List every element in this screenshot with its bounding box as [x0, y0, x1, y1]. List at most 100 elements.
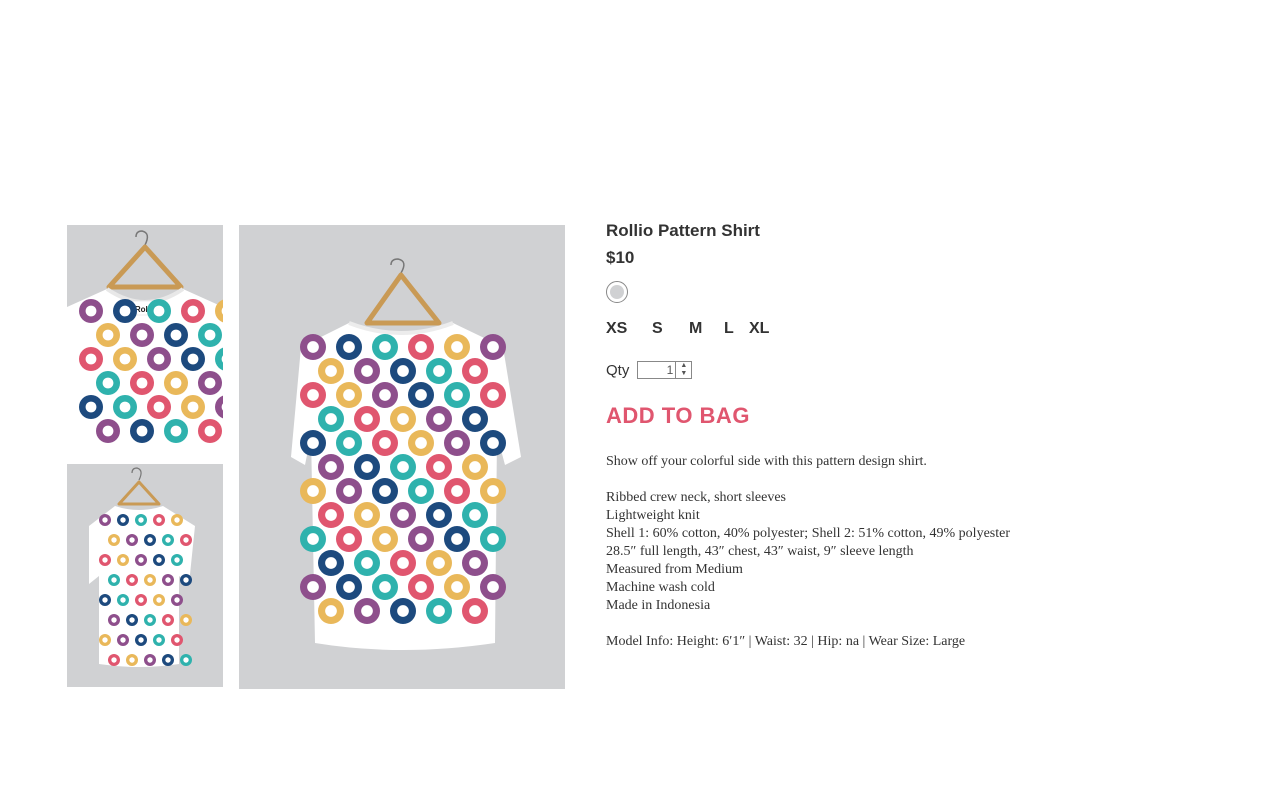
pattern-dot-hole [307, 437, 319, 449]
pattern-dot-hole [85, 353, 97, 365]
pattern-dot-hole [469, 557, 481, 569]
thumbnail-back-view[interactable] [67, 464, 223, 687]
pattern-dot-hole [397, 365, 409, 377]
pattern-dot-hole [433, 365, 445, 377]
size-option-m[interactable]: M [689, 319, 724, 339]
pattern-dot-hole [170, 329, 182, 341]
pattern-dot-hole [165, 617, 171, 623]
pattern-dot-hole [119, 353, 131, 365]
size-option-xs[interactable]: XS [606, 319, 652, 339]
pattern-dot-hole [451, 485, 463, 497]
size-option-l[interactable]: L [724, 319, 749, 339]
pattern-dot-hole [85, 305, 97, 317]
pattern-dot-hole [361, 413, 373, 425]
pattern-dot-hole [325, 365, 337, 377]
pattern-dot-hole [138, 597, 144, 603]
pattern-dot-hole [343, 389, 355, 401]
pattern-dot-hole [415, 485, 427, 497]
pattern-dot-hole [204, 329, 216, 341]
size-option-xl[interactable]: XL [749, 319, 769, 339]
quantity-input[interactable] [638, 362, 676, 378]
shirt-back-image [67, 464, 223, 687]
pattern-dot-hole [120, 597, 126, 603]
pattern-dot-hole [183, 617, 189, 623]
quantity-label: Qty [606, 361, 630, 379]
pattern-dot-hole [136, 377, 148, 389]
pattern-dot-hole [397, 509, 409, 521]
pattern-dot-hole [102, 557, 108, 563]
pattern-dot-hole [204, 377, 216, 389]
pattern-dot-hole [111, 577, 117, 583]
pattern-dot-hole [379, 389, 391, 401]
pattern-dot-hole [343, 341, 355, 353]
pattern-dot-hole [397, 413, 409, 425]
pattern-dot-hole [451, 341, 463, 353]
pattern-dot-hole [343, 485, 355, 497]
pattern-dot-hole [487, 581, 499, 593]
detail-line: Lightweight knit [606, 508, 700, 523]
color-swatch-grey[interactable] [606, 281, 628, 303]
pattern-dot-hole [165, 657, 171, 663]
pattern-dot-hole [361, 557, 373, 569]
pattern-dot-hole [415, 581, 427, 593]
quantity-up-icon[interactable]: ▲ [676, 362, 691, 370]
pattern-dot-hole [147, 657, 153, 663]
pattern-dot-hole [102, 637, 108, 643]
shirt-closeup-image: Rollio [67, 225, 223, 448]
pattern-dot-hole [307, 485, 319, 497]
pattern-dot-hole [469, 509, 481, 521]
pattern-dot-hole [129, 657, 135, 663]
pattern-dot-hole [307, 581, 319, 593]
size-option-s[interactable]: S [652, 319, 689, 339]
product-description: Show off your colorful side with this pa… [606, 453, 1246, 651]
pattern-dot-hole [451, 533, 463, 545]
pattern-dot-hole [136, 329, 148, 341]
pattern-dot-hole [165, 577, 171, 583]
add-to-bag-button[interactable]: ADD TO BAG [606, 403, 750, 429]
pattern-dot-hole [487, 533, 499, 545]
pattern-dot-hole [204, 425, 216, 437]
detail-line: 28.5″ full length, 43″ chest, 43″ waist,… [606, 544, 914, 559]
pattern-dot-hole [183, 537, 189, 543]
pattern-dot-hole [111, 617, 117, 623]
pattern-dot-hole [469, 605, 481, 617]
pattern-dot-hole [120, 557, 126, 563]
pattern-dot-hole [415, 437, 427, 449]
pattern-dot-hole [433, 461, 445, 473]
quantity-down-icon[interactable]: ▼ [676, 370, 691, 378]
pattern-dot-hole [397, 461, 409, 473]
pattern-dot-hole [343, 533, 355, 545]
pattern-dot-hole [325, 605, 337, 617]
pattern-dot-hole [361, 365, 373, 377]
pattern-dot-hole [156, 557, 162, 563]
pattern-dot-hole [379, 581, 391, 593]
pattern-dot-hole [469, 413, 481, 425]
pattern-dot-hole [379, 341, 391, 353]
pattern-dot-hole [361, 605, 373, 617]
pattern-dot-hole [129, 617, 135, 623]
pattern-dot-hole [102, 597, 108, 603]
product-info: Rollio Pattern Shirt $10 XS S M L XL Qty… [606, 220, 1246, 651]
pattern-dot-hole [433, 605, 445, 617]
pattern-dot-hole [361, 461, 373, 473]
pattern-dot-hole [156, 517, 162, 523]
pattern-dot-hole [147, 617, 153, 623]
pattern-dot-hole [433, 509, 445, 521]
pattern-dot-hole [153, 401, 165, 413]
model-info: Model Info: Height: 6′1″ | Waist: 32 | H… [606, 634, 966, 649]
pattern-dot-hole [85, 401, 97, 413]
pattern-dot-hole [307, 389, 319, 401]
pattern-dot-hole [138, 557, 144, 563]
pattern-dot-hole [415, 341, 427, 353]
detail-line: Made in Indonesia [606, 598, 711, 613]
pattern-dot-hole [120, 637, 126, 643]
pattern-dot-hole [153, 353, 165, 365]
pattern-dot-hole [361, 509, 373, 521]
pattern-dot-hole [343, 581, 355, 593]
thumbnail-front-closeup[interactable]: Rollio [67, 225, 223, 448]
pattern-dot-hole [147, 537, 153, 543]
pattern-dot-hole [469, 461, 481, 473]
pattern-dot-hole [487, 485, 499, 497]
pattern-dot-hole [307, 341, 319, 353]
pattern-dot-hole [136, 425, 148, 437]
